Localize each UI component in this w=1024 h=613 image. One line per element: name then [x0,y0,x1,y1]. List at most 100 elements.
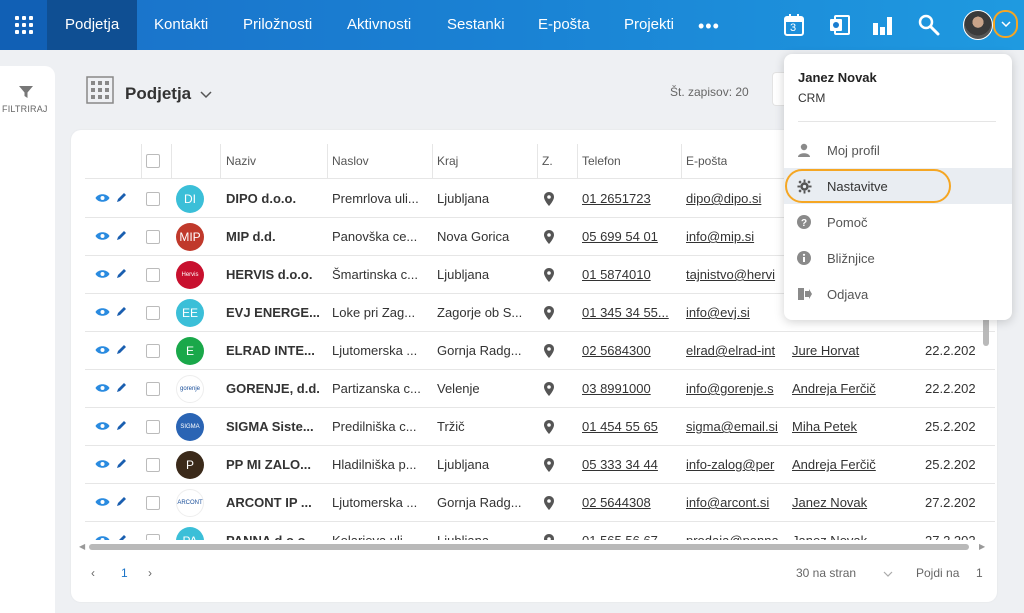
table-row[interactable]: PA PANNA d.o.o. Kolarjeva uli... Ljubljana 0… [85,522,995,540]
menu-item-odjava[interactable]: Odjava [784,276,1012,312]
more-tabs-button[interactable]: ••• [698,16,720,37]
company-email[interactable]: prodaja@panna [686,533,779,540]
tab-podjetja[interactable]: Podjetja [47,0,137,50]
map-pin-icon[interactable] [544,294,554,331]
company-contact[interactable]: Janez Novak [792,533,867,540]
eye-icon[interactable] [95,191,110,206]
company-phone[interactable]: 05 333 34 44 [582,457,658,472]
row-checkbox[interactable] [146,332,160,369]
row-checkbox[interactable] [146,294,160,331]
page-title[interactable]: Podjetja [125,84,212,104]
scroll-left-arrow-icon[interactable]: ◀ [79,542,85,551]
company-phone[interactable]: 01 565 56 67 [582,533,658,540]
table-row[interactable]: SIGMA SIGMA Siste... Predilniška c... Tržič… [85,408,995,446]
company-contact[interactable]: Janez Novak [792,495,867,510]
reports-chart-icon[interactable] [872,15,894,40]
outlook-icon[interactable] [829,13,851,42]
company-email[interactable]: elrad@elrad-int [686,343,775,358]
company-name[interactable]: SIGMA Siste... [226,419,314,434]
calendar-icon[interactable]: 3 [783,13,805,42]
company-phone[interactable]: 03 8991000 [582,381,651,396]
chevron-down-icon[interactable] [883,566,893,580]
current-page[interactable]: 1 [121,566,128,580]
search-icon[interactable] [918,14,940,41]
vertical-scrollbar[interactable] [983,316,989,346]
company-contact[interactable]: Jure Horvat [792,343,859,358]
eye-icon[interactable] [95,419,110,434]
company-email[interactable]: info@evj.si [686,305,750,320]
company-name[interactable]: EVJ ENERGE... [226,305,320,320]
table-row[interactable]: ARCONT ARCONT IP ... Ljutomerska ... Gornja… [85,484,995,522]
menu-item-bliznjice[interactable]: Bližnjice [784,240,1012,276]
column-header-telefon[interactable]: Telefon [582,144,621,178]
row-checkbox[interactable] [146,446,160,483]
prev-page-button[interactable]: ‹ [91,566,95,580]
map-pin-icon[interactable] [544,180,554,217]
per-page-select[interactable]: 30 na stran [796,566,856,580]
eye-icon[interactable] [95,267,110,282]
company-name[interactable]: PANNA d.o.o. [226,533,309,540]
table-row[interactable]: E ELRAD INTE... Ljutomerska ... Gornja Radg… [85,332,995,370]
eye-icon[interactable] [95,381,110,396]
tab-projekti[interactable]: Projekti [624,0,674,50]
company-phone[interactable]: 01 2651723 [582,191,651,206]
company-name[interactable]: ARCONT IP ... [226,495,312,510]
company-contact[interactable]: Andreja Ferčič [792,381,876,396]
company-name[interactable]: GORENJE, d.d. [226,381,320,396]
map-pin-icon[interactable] [544,218,554,255]
edit-pencil-icon[interactable] [116,495,127,510]
edit-pencil-icon[interactable] [116,305,127,320]
menu-item-moj-profil[interactable]: Moj profil [784,132,1012,168]
edit-pencil-icon[interactable] [116,381,127,396]
row-checkbox[interactable] [146,180,160,217]
eye-icon[interactable] [95,495,110,510]
eye-icon[interactable] [95,457,110,472]
company-phone[interactable]: 05 699 54 01 [582,229,658,244]
company-phone[interactable]: 01 454 55 65 [582,419,658,434]
eye-icon[interactable] [95,533,110,540]
edit-pencil-icon[interactable] [116,191,127,206]
edit-pencil-icon[interactable] [116,533,127,540]
user-menu-toggle[interactable] [993,10,1018,38]
company-email[interactable]: dipo@dipo.si [686,191,761,206]
company-email[interactable]: info@gorenje.s [686,381,774,396]
map-pin-icon[interactable] [544,522,554,540]
edit-pencil-icon[interactable] [116,343,127,358]
row-checkbox[interactable] [146,484,160,521]
filter-icon[interactable] [18,84,34,105]
edit-pencil-icon[interactable] [116,457,127,472]
edit-pencil-icon[interactable] [116,419,127,434]
company-contact[interactable]: Andreja Ferčič [792,457,876,472]
apps-menu-button[interactable] [0,0,47,50]
tab-sestanki[interactable]: Sestanki [447,0,505,50]
company-email[interactable]: info@arcont.si [686,495,769,510]
company-name[interactable]: DIPO d.o.o. [226,191,296,206]
filter-label[interactable]: FILTRIRAJ [2,104,48,114]
map-pin-icon[interactable] [544,446,554,483]
map-pin-icon[interactable] [544,370,554,407]
tab-eposta[interactable]: E-pošta [538,0,590,50]
horizontal-scrollbar[interactable] [89,544,969,550]
scroll-right-arrow-icon[interactable]: ▶ [979,542,985,551]
table-row[interactable]: P PP MI ZALO... Hladilniška p... Ljubljana 0… [85,446,995,484]
edit-pencil-icon[interactable] [116,267,127,282]
company-email[interactable]: sigma@email.si [686,419,778,434]
company-phone[interactable]: 02 5644308 [582,495,651,510]
row-checkbox[interactable] [146,522,160,540]
select-all-checkbox[interactable] [146,144,160,178]
column-header-z[interactable]: Z. [542,144,553,178]
map-pin-icon[interactable] [544,484,554,521]
goto-page-input[interactable]: 1 [976,566,983,580]
map-pin-icon[interactable] [544,408,554,445]
company-email[interactable]: info-zalog@per [686,457,774,472]
column-header-kraj[interactable]: Kraj [437,144,458,178]
company-name[interactable]: PP MI ZALO... [226,457,311,472]
row-checkbox[interactable] [146,408,160,445]
tab-aktivnosti[interactable]: Aktivnosti [347,0,411,50]
company-phone[interactable]: 01 345 34 55... [582,305,669,320]
company-name[interactable]: MIP d.d. [226,229,276,244]
column-header-eposta[interactable]: E-pošta [686,144,727,178]
edit-pencil-icon[interactable] [116,229,127,244]
company-contact[interactable]: Miha Petek [792,419,857,434]
tab-priloznosti[interactable]: Priložnosti [243,0,312,50]
